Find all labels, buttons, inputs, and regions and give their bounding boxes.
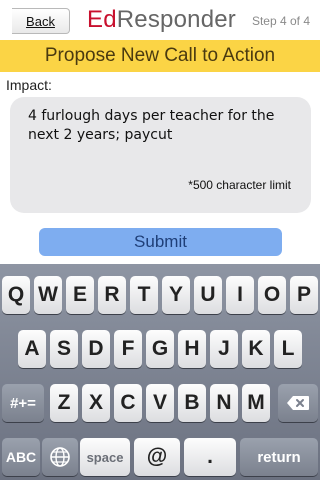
back-button-label: Back xyxy=(26,13,55,29)
impact-label: Impact: xyxy=(6,77,52,93)
page-title: Propose New Call to Action xyxy=(44,45,276,66)
step-indicator: Step 4 of 4 xyxy=(251,14,310,28)
backspace-key[interactable] xyxy=(278,384,318,422)
key-o[interactable]: O xyxy=(258,276,286,314)
key-v[interactable]: V xyxy=(146,384,174,422)
key-k[interactable]: K xyxy=(242,330,270,368)
app-logo: EdResponder xyxy=(87,6,236,34)
key-m[interactable]: M xyxy=(242,384,270,422)
key-x[interactable]: X xyxy=(82,384,110,422)
back-button[interactable]: Back xyxy=(12,8,70,34)
dot-key[interactable]: . xyxy=(184,438,236,476)
key-s[interactable]: S xyxy=(50,330,78,368)
globe-icon xyxy=(50,447,70,467)
impact-textarea-value: 4 furlough days per teacher for the next… xyxy=(28,108,275,143)
key-w[interactable]: W xyxy=(34,276,62,314)
key-b[interactable]: B xyxy=(178,384,206,422)
key-d[interactable]: D xyxy=(82,330,110,368)
key-j[interactable]: J xyxy=(210,330,238,368)
key-e[interactable]: E xyxy=(66,276,94,314)
backspace-icon xyxy=(287,396,309,410)
key-q[interactable]: Q xyxy=(2,276,30,314)
symbols-key[interactable]: #+= xyxy=(2,384,44,422)
submit-button-label: Submit xyxy=(134,232,187,251)
on-screen-keyboard: Q W E R T Y U I O P A S D F G H J K L #+… xyxy=(0,264,320,480)
abc-key[interactable]: ABC xyxy=(2,438,40,476)
submit-button[interactable]: Submit xyxy=(39,228,282,256)
key-t[interactable]: T xyxy=(130,276,158,314)
page-title-banner: Propose New Call to Action xyxy=(0,40,320,72)
space-key[interactable]: space xyxy=(80,438,130,476)
brand-ed: Ed xyxy=(87,6,117,33)
key-g[interactable]: G xyxy=(146,330,174,368)
key-i[interactable]: I xyxy=(226,276,254,314)
key-y[interactable]: Y xyxy=(162,276,190,314)
brand-responder: Responder xyxy=(116,6,236,33)
key-n[interactable]: N xyxy=(210,384,238,422)
key-u[interactable]: U xyxy=(194,276,222,314)
globe-key[interactable] xyxy=(42,438,78,476)
key-c[interactable]: C xyxy=(114,384,142,422)
at-key[interactable]: @ xyxy=(134,438,180,476)
key-f[interactable]: F xyxy=(114,330,142,368)
key-z[interactable]: Z xyxy=(50,384,78,422)
key-r[interactable]: R xyxy=(98,276,126,314)
app-header: Back EdResponder Step 4 of 4 xyxy=(0,0,320,41)
key-l[interactable]: L xyxy=(274,330,302,368)
char-limit-note: *500 character limit xyxy=(188,178,291,192)
key-a[interactable]: A xyxy=(18,330,46,368)
impact-textarea[interactable]: 4 furlough days per teacher for the next… xyxy=(10,97,311,213)
key-h[interactable]: H xyxy=(178,330,206,368)
key-p[interactable]: P xyxy=(290,276,318,314)
return-key[interactable]: return xyxy=(240,438,318,476)
